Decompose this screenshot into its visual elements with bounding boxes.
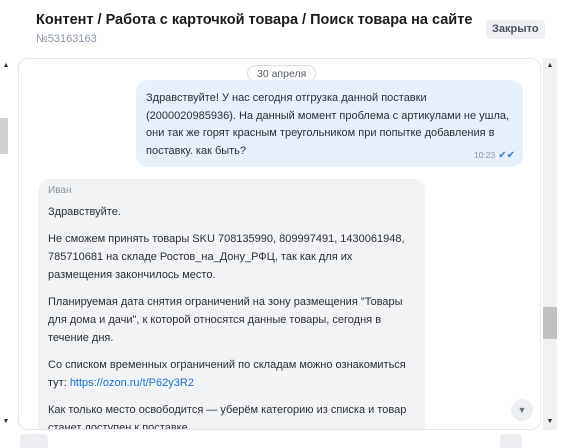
chat-panel: 30 апреля Здравствуйте! У нас сегодня от…	[18, 58, 541, 430]
double-check-icon: ✔✔	[498, 150, 515, 161]
ticket-header: Контент / Работа с карточкой товара / По…	[0, 0, 561, 58]
scroll-down-icon[interactable]: ▼	[544, 416, 556, 428]
sender-name: Иван	[48, 185, 72, 196]
chat-scrollbar[interactable]	[543, 58, 557, 430]
scroll-up-icon[interactable]: ▲	[544, 60, 556, 72]
left-scroll-up-icon[interactable]: ▲	[0, 60, 12, 72]
restrictions-link[interactable]: https://ozon.ru/t/P62y3R2	[70, 377, 194, 389]
status-badge: Закрыто	[486, 20, 545, 39]
message-paragraph: Планируемая дата снятия ограничений на з…	[48, 296, 403, 344]
left-scroll-thumb[interactable]	[0, 118, 8, 154]
message-time: 10:23	[473, 150, 496, 160]
ticket-title: Контент / Работа с карточкой товара / По…	[36, 12, 473, 28]
outgoing-message-text: Здравствуйте! У нас сегодня отгрузка дан…	[146, 92, 510, 157]
incoming-message: Иван Здравствуйте. Не сможем принять тов…	[38, 179, 425, 430]
ticket-id: №53163163	[36, 33, 97, 45]
message-paragraph: Со списком временных ограничений по скла…	[48, 356, 411, 392]
message-paragraph: Как только место освободится — уберём ка…	[48, 404, 407, 430]
outgoing-message: Здравствуйте! У нас сегодня отгрузка дан…	[136, 80, 523, 167]
message-paragraph: Не сможем принять товары SKU 708135990, …	[48, 233, 405, 281]
bottom-button-left[interactable]	[20, 434, 48, 448]
scroll-to-bottom-button[interactable]: ▼	[511, 399, 533, 421]
message-meta: 10:23 ✔✔	[474, 150, 515, 161]
chevron-down-icon: ▼	[517, 405, 527, 415]
left-scroll-down-icon[interactable]: ▼	[0, 416, 12, 428]
message-paragraph: Здравствуйте.	[48, 206, 121, 218]
bottom-button-right[interactable]	[500, 434, 522, 448]
chat-scrollbar-thumb[interactable]	[543, 307, 557, 339]
bottom-bar	[0, 434, 561, 448]
